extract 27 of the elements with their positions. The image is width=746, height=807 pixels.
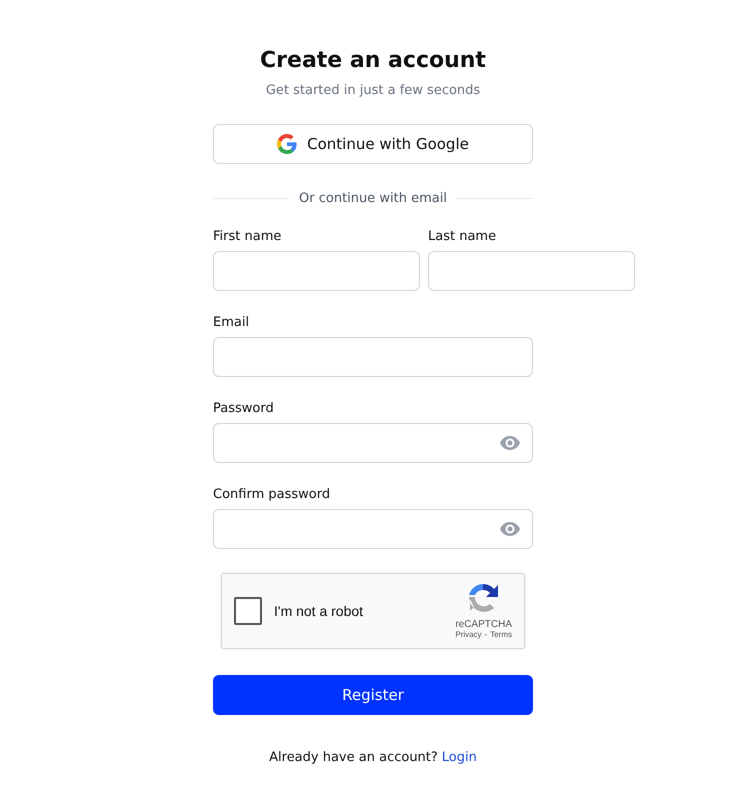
checkbox[interactable]	[234, 597, 262, 625]
recaptcha-label: reCAPTCHA	[455, 619, 512, 630]
field-label: Last name	[428, 229, 498, 245]
terms-link[interactable]: Terms	[490, 630, 512, 639]
field-label: Email	[213, 315, 250, 331]
eye-icon[interactable]	[500, 522, 520, 536]
link-separator: -	[484, 630, 488, 639]
input-field[interactable]	[213, 251, 420, 291]
privacy-link[interactable]: Privacy	[455, 630, 482, 639]
divider-label: Or continue with email	[299, 191, 447, 206]
subtitle: Get started in just a few seconds	[266, 83, 480, 98]
input-field[interactable]	[213, 423, 533, 463]
field-label: Confirm password	[213, 487, 332, 503]
input-field[interactable]	[213, 337, 533, 377]
register-button[interactable]: Register	[213, 675, 533, 715]
google-button[interactable]: Continue with Google	[213, 124, 533, 164]
field-label: First name	[213, 229, 282, 245]
eye-icon[interactable]	[500, 436, 520, 450]
login-link[interactable]: Login	[442, 750, 477, 765]
input-field[interactable]	[213, 509, 533, 549]
checkbox-label: I'm not a robot	[274, 603, 364, 619]
google-logo-icon	[277, 134, 298, 154]
recaptcha-logo-icon	[468, 583, 500, 615]
page-title: Create an account	[260, 47, 486, 75]
field-label: Password	[213, 401, 275, 417]
footer-text: Already have an account?	[269, 750, 438, 765]
input-field[interactable]	[428, 251, 635, 291]
